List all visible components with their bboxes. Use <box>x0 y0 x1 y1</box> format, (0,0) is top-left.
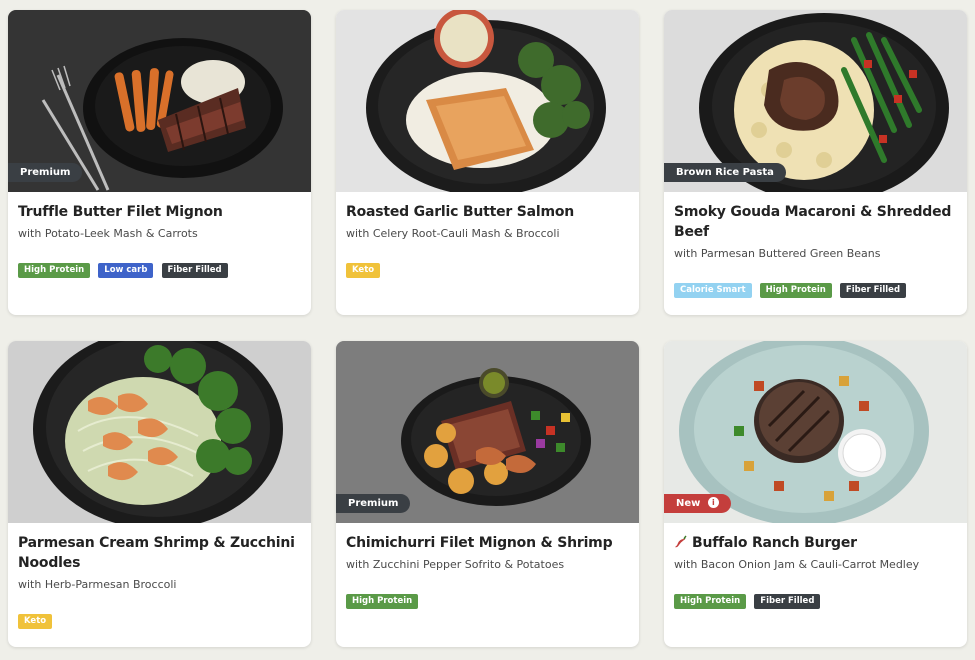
meal-photo[interactable] <box>336 10 639 192</box>
tag-list: High Protein Low carb Fiber Filled <box>18 257 301 278</box>
tag-fiber-filled: Fiber Filled <box>754 594 821 609</box>
tag-list: Keto <box>18 608 301 629</box>
premium-badge: Premium <box>336 494 411 513</box>
tag-list: High Protein <box>346 588 629 609</box>
meal-card[interactable]: Parmesan Cream Shrimp & Zucchini Noodles… <box>8 341 311 647</box>
tag-low-carb: Low carb <box>98 263 154 278</box>
meal-card[interactable]: Brown Rice Pasta Smoky Gouda Macaroni & … <box>664 10 967 315</box>
meal-title-text: Buffalo Ranch Burger <box>692 535 857 551</box>
brown-rice-pasta-badge: Brown Rice Pasta <box>664 163 786 182</box>
meal-subtitle: with Bacon Onion Jam & Cauli-Carrot Medl… <box>674 558 920 571</box>
meal-card[interactable]: Premium Truffle Butter Filet Mignon with… <box>8 10 311 315</box>
meal-subtitle: with Celery Root-Cauli Mash & Broccoli <box>346 227 560 240</box>
tag-high-protein: High Protein <box>346 594 419 609</box>
meal-subtitle: with Potato-Leek Mash & Carrots <box>18 227 198 240</box>
tag-list: Keto <box>346 257 629 278</box>
tag-fiber-filled: Fiber Filled <box>839 283 907 298</box>
meal-title[interactable]: Truffle Butter Filet Mignon <box>18 202 301 222</box>
chili-pepper-icon <box>675 535 687 548</box>
meal-title[interactable]: Smoky Gouda Macaroni & Shredded Beef <box>674 202 957 242</box>
meal-subtitle: with Zucchini Pepper Sofrito & Potatoes <box>346 558 565 571</box>
tag-high-protein: High Protein <box>18 263 91 278</box>
info-icon[interactable]: i <box>707 497 719 508</box>
tag-list: Calorie Smart High Protein Fiber Filled <box>674 277 957 298</box>
meal-card[interactable]: Premium Chimichurri Filet Mignon & Shrim… <box>336 341 639 647</box>
tag-fiber-filled: Fiber Filled <box>161 263 228 278</box>
meal-title[interactable]: Buffalo Ranch Burger <box>674 533 957 553</box>
tag-high-protein: High Protein <box>674 594 747 609</box>
new-badge-label: New <box>676 498 701 509</box>
meal-title[interactable]: Parmesan Cream Shrimp & Zucchini Noodles <box>18 533 301 573</box>
meal-title[interactable]: Roasted Garlic Butter Salmon <box>346 202 629 222</box>
meal-card[interactable]: Roasted Garlic Butter Salmon with Celery… <box>336 10 639 315</box>
tag-list: High Protein Fiber Filled <box>674 588 957 609</box>
tag-keto: Keto <box>18 614 53 629</box>
new-badge: New i <box>664 494 731 513</box>
meal-title[interactable]: Chimichurri Filet Mignon & Shrimp <box>346 533 629 553</box>
meal-card[interactable]: New i Buffalo Ranch Burger with Bacon On… <box>664 341 967 647</box>
meal-subtitle: with Herb-Parmesan Broccoli <box>18 578 177 591</box>
meal-subtitle: with Parmesan Buttered Green Beans <box>674 247 881 260</box>
meal-photo[interactable] <box>8 341 311 523</box>
tag-calorie-smart: Calorie Smart <box>674 283 752 298</box>
tag-keto: Keto <box>346 263 381 278</box>
premium-badge: Premium <box>8 163 83 182</box>
tag-high-protein: High Protein <box>759 283 832 298</box>
